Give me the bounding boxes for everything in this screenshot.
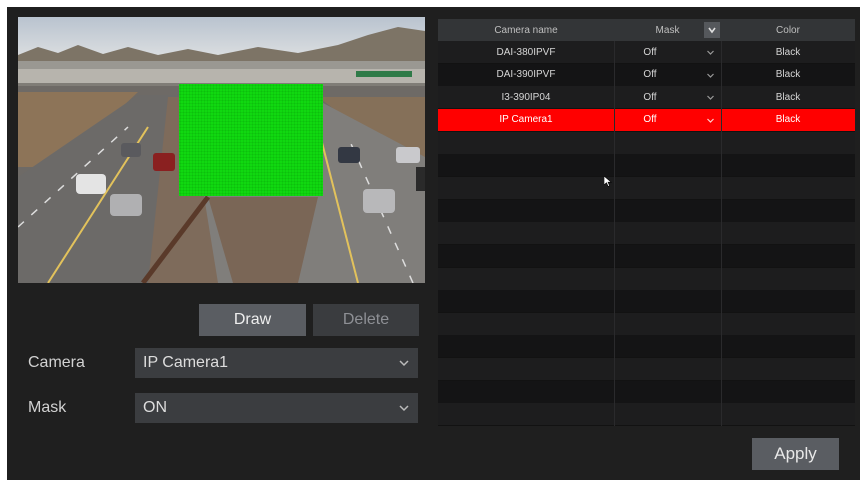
color-cell[interactable]: Black: [721, 109, 855, 131]
mask-select[interactable]: ON: [135, 393, 418, 423]
chevron-down-icon: [399, 360, 409, 367]
column-divider: [614, 41, 615, 426]
empty-table-row: [438, 312, 855, 335]
draw-button[interactable]: Draw: [199, 304, 306, 336]
mask-cell-value: Off: [643, 46, 657, 58]
mask-cell[interactable]: Off: [614, 86, 721, 108]
camera-select[interactable]: IP Camera1: [135, 348, 418, 378]
empty-table-row: [438, 335, 855, 358]
empty-table-row: [438, 176, 855, 199]
mask-cell-value: Off: [643, 91, 657, 103]
chevron-down-icon: [708, 27, 716, 34]
table-row[interactable]: I3-390IP04 Off Black: [438, 86, 855, 109]
mask-select-value: ON: [143, 399, 167, 416]
camera-name-cell: I3-390IP04: [501, 91, 551, 103]
table-row[interactable]: DAI-380IPVF Off Black: [438, 41, 855, 63]
table-row[interactable]: IP Camera1 Off Black: [438, 108, 855, 131]
empty-table-row: [438, 290, 855, 313]
privacy-mask-area[interactable]: [179, 84, 323, 196]
camera-label: Camera: [28, 354, 85, 371]
color-cell[interactable]: Black: [721, 86, 855, 108]
table-row[interactable]: DAI-390IPVF Off Black: [438, 63, 855, 86]
empty-table-row: [438, 154, 855, 177]
color-cell[interactable]: Black: [721, 41, 855, 63]
mask-cell-value: Off: [643, 69, 657, 81]
empty-table-row: [438, 244, 855, 267]
camera-mask-table: Camera name Mask Color DAI-380IPVF Off Bla…: [438, 19, 855, 426]
camera-name-cell: DAI-390IPVF: [496, 69, 556, 81]
column-divider: [721, 41, 722, 426]
camera-name-cell: DAI-380IPVF: [496, 46, 556, 58]
color-cell[interactable]: Black: [721, 64, 855, 86]
chevron-down-icon: [707, 95, 714, 101]
camera-select-value: IP Camera1: [143, 354, 229, 371]
mask-cell[interactable]: Off: [614, 41, 721, 63]
chevron-down-icon: [707, 50, 714, 55]
chevron-down-icon: [707, 118, 714, 123]
column-header-color[interactable]: Color: [721, 19, 855, 41]
empty-table-row: [438, 199, 855, 222]
empty-table-row: [438, 380, 855, 403]
empty-table-row: [438, 222, 855, 245]
empty-table-row: [438, 267, 855, 290]
mask-column-dropdown[interactable]: [704, 22, 720, 38]
chevron-down-icon: [399, 405, 409, 412]
delete-button[interactable]: Delete: [313, 304, 419, 336]
camera-name-cell: IP Camera1: [499, 114, 553, 126]
mask-cell[interactable]: Off: [614, 109, 721, 131]
column-header-camera-name[interactable]: Camera name: [438, 19, 614, 41]
empty-table-row: [438, 358, 855, 381]
mask-label: Mask: [28, 399, 67, 416]
chevron-down-icon: [707, 73, 714, 78]
empty-table-row: [438, 131, 855, 154]
empty-table-row: [438, 403, 855, 426]
apply-button[interactable]: Apply: [752, 438, 839, 470]
table-header: Camera name Mask Color: [438, 19, 855, 41]
mask-cell-value: Off: [643, 114, 657, 126]
mask-cell[interactable]: Off: [614, 64, 721, 86]
mouse-pointer-icon: [604, 176, 612, 187]
camera-preview[interactable]: [18, 17, 425, 283]
